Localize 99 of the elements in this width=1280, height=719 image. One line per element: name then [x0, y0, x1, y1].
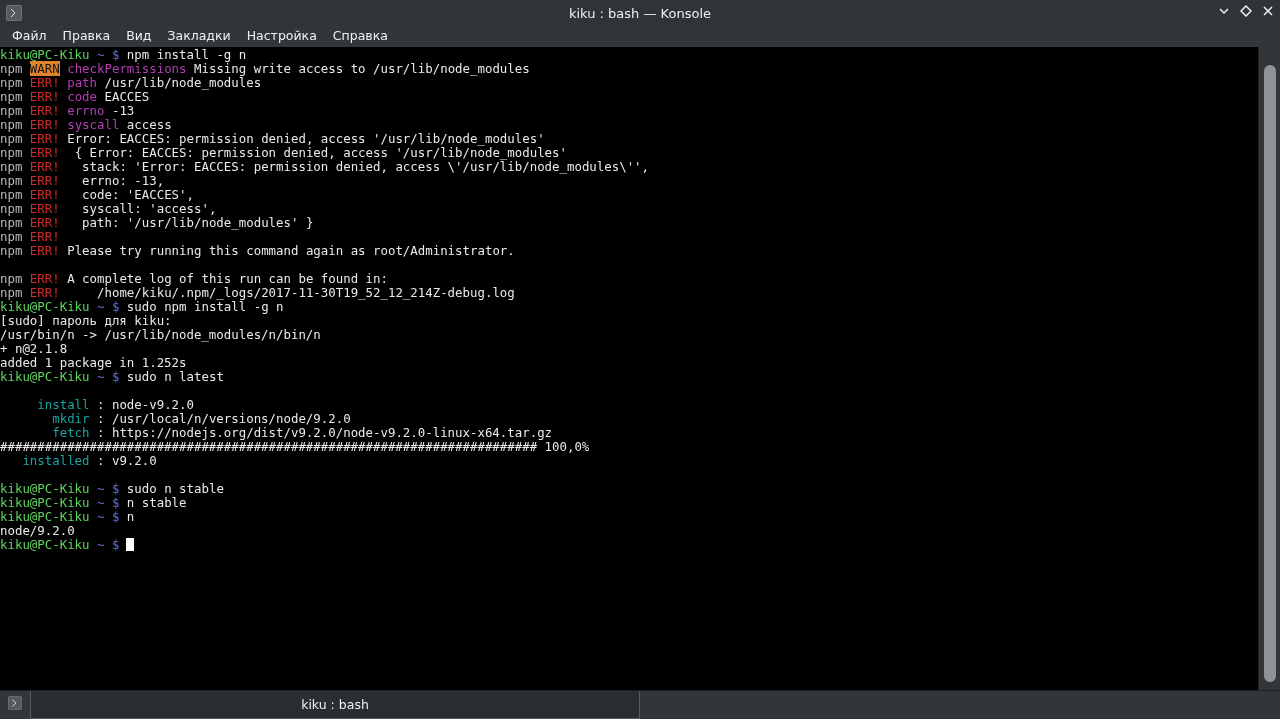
menu-item[interactable]: Справка [324, 26, 396, 47]
output-text: + n@2.1.8 [0, 341, 68, 356]
menu-item[interactable]: Закладки [159, 26, 239, 47]
output-text: path: '/usr/lib/node_modules' } [81, 215, 314, 230]
prompt-path: ~ $ [97, 495, 120, 510]
output-text: /home/kiku/.npm/_logs/2017-11-30T19_52_12_214Z-debug.log [97, 285, 515, 300]
output-text: /usr/bin/n -> /usr/lib/node_modules/n/bin/n [0, 327, 321, 342]
prompt-path: ~ $ [97, 369, 120, 384]
log-key: fetch [0, 425, 90, 440]
log-prefix: npm [0, 75, 23, 90]
close-button[interactable] [1262, 5, 1274, 17]
log-prefix: npm [0, 229, 23, 244]
terminal-icon [8, 696, 22, 710]
output-text: { Error: EACCES: permission denied, access '/usr/lib/node_modules' [73, 145, 567, 160]
log-key: syscall [67, 117, 120, 132]
error-label: ERR! [29, 131, 60, 146]
error-label: ERR! [29, 159, 60, 174]
log-key: install [0, 397, 90, 412]
output-text: : v9.2.0 [97, 453, 157, 468]
log-key: errno [67, 103, 105, 118]
menu-item[interactable]: Файл [4, 26, 55, 47]
prompt-user: kiku@PC-Kiku [0, 509, 90, 524]
output-text: /usr/lib/node_modules [104, 75, 262, 90]
log-key: checkPermissions [67, 61, 187, 76]
output-text: node/9.2.0 [0, 523, 75, 538]
maximize-button[interactable] [1240, 5, 1252, 17]
prompt-path: ~ $ [97, 47, 120, 62]
log-key: installed [0, 453, 90, 468]
error-label: ERR! [29, 117, 60, 132]
output-text: : /usr/local/n/versions/node/9.2.0 [97, 411, 351, 426]
output-text: n stable [126, 495, 187, 510]
error-label: ERR! [29, 173, 60, 188]
log-prefix: npm [0, 243, 23, 258]
output-text: ######################################################################## 100,0% [0, 439, 590, 454]
error-label: ERR! [29, 89, 60, 104]
output-text: access [126, 117, 172, 132]
prompt-path: ~ $ [97, 299, 120, 314]
output-text: Error: EACCES: permission denied, access '/usr/lib/node_modules' [67, 131, 545, 146]
output-text: stack: 'Error: EACCES: permission denied, access \'/usr/lib/node_modules\'', [81, 159, 650, 174]
output-text: sudo n latest [126, 369, 224, 384]
terminal-icon [6, 5, 22, 21]
prompt-user: kiku@PC-Kiku [0, 537, 90, 552]
prompt-path: ~ $ [97, 481, 120, 496]
error-label: ERR! [29, 201, 60, 216]
log-prefix: npm [0, 187, 23, 202]
scrollbar[interactable] [1258, 47, 1280, 690]
output-text: syscall: 'access', [81, 201, 217, 216]
log-prefix: npm [0, 145, 23, 160]
menu-item[interactable]: Настройка [238, 26, 325, 47]
output-text: added 1 package in 1.252s [0, 355, 187, 370]
output-text: sudo n stable [126, 481, 224, 496]
log-prefix: npm [0, 117, 23, 132]
output-text: Please try running this command again as root/Administrator. [67, 243, 515, 258]
log-key: mkdir [0, 411, 90, 426]
window-title: kiku : bash — Konsole [568, 5, 712, 23]
error-label: ERR! [29, 103, 60, 118]
output-text: [sudo] пароль для kiku: [0, 313, 172, 328]
log-prefix: npm [0, 89, 23, 104]
log-prefix: npm [0, 61, 23, 76]
error-label: ERR! [29, 187, 60, 202]
error-label: ERR! [29, 271, 60, 286]
log-key: path [67, 75, 97, 90]
error-label: ERR! [29, 243, 60, 258]
output-text: : node-v9.2.0 [97, 397, 194, 412]
output-text: -13 [111, 103, 135, 118]
prompt-user: kiku@PC-Kiku [0, 495, 90, 510]
log-prefix: npm [0, 271, 23, 286]
output-text: npm install -g n [126, 47, 247, 62]
log-prefix: npm [0, 103, 23, 118]
log-key: code [67, 89, 97, 104]
log-prefix: npm [0, 131, 23, 146]
error-label: ERR! [29, 285, 60, 300]
error-label: ERR! [29, 145, 60, 160]
error-label: ERR! [29, 75, 60, 90]
output-text: EACCES [104, 89, 150, 104]
menu-item[interactable]: Правка [54, 26, 119, 47]
prompt-path: ~ $ [97, 509, 120, 524]
output-text: n [126, 509, 135, 524]
minimize-button[interactable] [1218, 5, 1230, 17]
output-text: code: 'EACCES', [81, 187, 194, 202]
output-text: errno: -13, [81, 173, 165, 188]
log-prefix: npm [0, 201, 23, 216]
output-text: Missing write access to /usr/lib/node_modules [194, 61, 530, 76]
prompt-user: kiku@PC-Kiku [0, 369, 90, 384]
log-prefix: npm [0, 159, 23, 174]
log-prefix: npm [0, 215, 23, 230]
session-tab[interactable]: kiku : bash [30, 691, 640, 719]
prompt-path: ~ $ [97, 537, 120, 552]
error-label: ERR! [29, 229, 60, 244]
output-text: : https://nodejs.org/dist/v9.2.0/node-v9.2.0-linux-x64.tar.gz [97, 425, 553, 440]
prompt-user: kiku@PC-Kiku [0, 299, 90, 314]
error-label: ERR! [29, 215, 60, 230]
log-prefix: npm [0, 285, 23, 300]
menu-item[interactable]: Вид [118, 26, 160, 47]
output-text: A complete log of this run can be found in: [67, 271, 388, 286]
log-prefix: npm [0, 173, 23, 188]
prompt-user: kiku@PC-Kiku [0, 47, 90, 62]
output-text: sudo npm install -g n [126, 299, 284, 314]
prompt-user: kiku@PC-Kiku [0, 481, 90, 496]
